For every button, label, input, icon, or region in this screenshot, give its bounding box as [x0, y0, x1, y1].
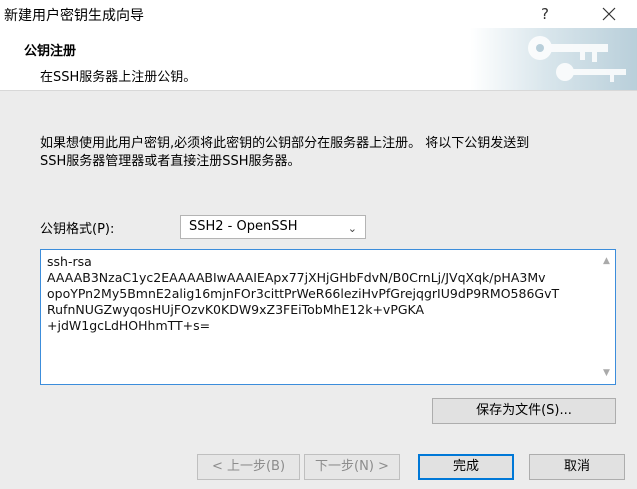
scroll-up-icon[interactable]: ▲ [601, 256, 612, 266]
public-key-text[interactable]: ssh-rsa AAAAB3NzaC1yc2EAAAABIwAAAIEApx77… [47, 254, 587, 334]
save-to-file-button[interactable]: 保存为文件(S)... [432, 398, 616, 424]
instructions-text: 如果想使用此用户密钥,必须将此密钥的公钥部分在服务器上注册。 将以下公钥发送到 … [40, 135, 610, 171]
wizard-header: 公钥注册 在SSH服务器上注册公钥。 [0, 28, 637, 90]
wizard-content: 如果想使用此用户密钥,必须将此密钥的公钥部分在服务器上注册。 将以下公钥发送到 … [0, 90, 637, 431]
vertical-scrollbar[interactable]: ▲ ▼ [598, 250, 615, 384]
keys-banner-image [470, 28, 637, 90]
wizard-footer: < 上一步(B) 下一步(N) > 完成 取消 [0, 430, 637, 489]
page-title: 公钥注册 [24, 44, 77, 59]
title-bar: 新建用户密钥生成向导 ? [0, 0, 637, 28]
close-icon [602, 7, 616, 21]
instructions-line-2: SSH服务器管理器或者直接注册SSH服务器。 [40, 154, 301, 169]
close-button[interactable] [592, 2, 626, 26]
help-button[interactable]: ? [530, 2, 560, 26]
page-subtitle: 在SSH服务器上注册公钥。 [40, 70, 197, 85]
back-button[interactable]: < 上一步(B) [197, 454, 300, 480]
key-format-label: 公钥格式(P): [40, 222, 115, 237]
public-key-textarea[interactable]: ssh-rsa AAAAB3NzaC1yc2EAAAABIwAAAIEApx77… [40, 249, 616, 385]
chevron-down-icon: ⌄ [347, 222, 357, 235]
finish-button[interactable]: 完成 [418, 454, 514, 480]
window-title: 新建用户密钥生成向导 [4, 8, 144, 24]
cancel-button[interactable]: 取消 [529, 454, 625, 480]
instructions-line-1: 如果想使用此用户密钥,必须将此密钥的公钥部分在服务器上注册。 将以下公钥发送到 [40, 136, 530, 151]
key-format-value: SSH2 - OpenSSH [189, 219, 298, 234]
next-button[interactable]: 下一步(N) > [304, 454, 400, 480]
key-format-dropdown[interactable]: SSH2 - OpenSSH ⌄ [180, 215, 366, 239]
scroll-down-icon[interactable]: ▼ [601, 368, 612, 378]
